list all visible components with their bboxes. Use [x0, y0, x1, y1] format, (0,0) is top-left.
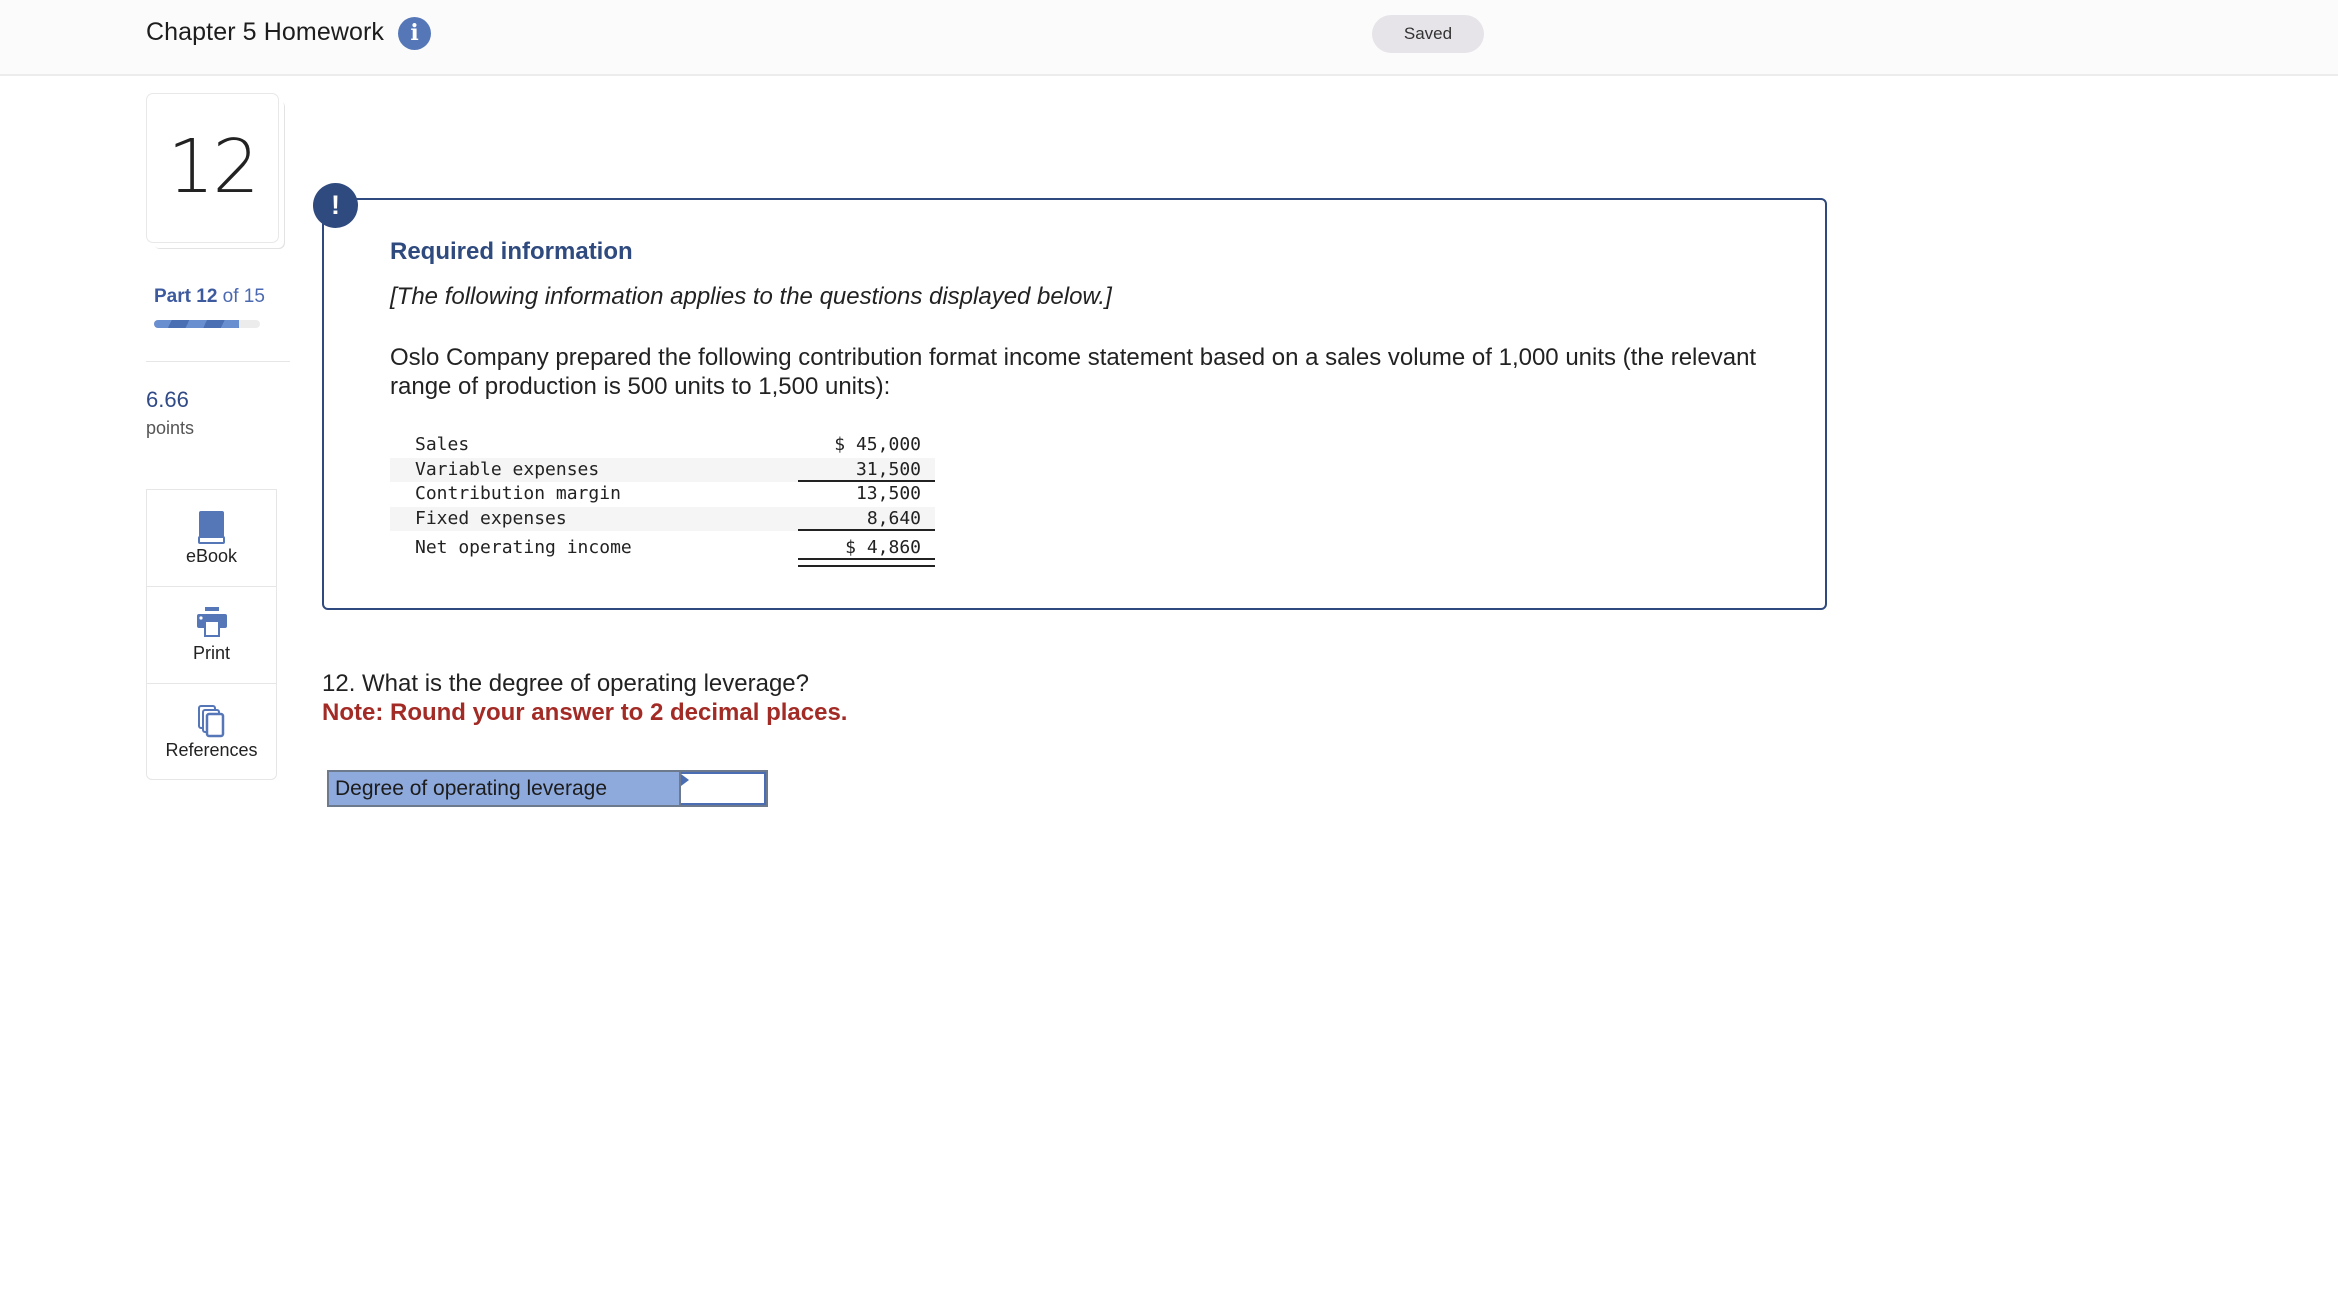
row-amount: 13,500 [855, 483, 921, 504]
question-number: 12 [167, 124, 259, 210]
row-label: Contribution margin [415, 483, 621, 504]
table-row: Contribution margin 13,500 [390, 482, 935, 507]
references-button[interactable]: References [147, 684, 276, 781]
book-icon [197, 511, 225, 544]
answer-row: Degree of operating leverage [327, 770, 768, 807]
answer-cell [681, 772, 766, 805]
tools-panel: eBook Print References [146, 489, 277, 780]
alert-icon: ! [313, 183, 358, 228]
header-bar: Chapter 5 Homework i Saved [0, 0, 2338, 76]
part-prefix: Part [154, 286, 191, 307]
degree-of-operating-leverage-input[interactable] [681, 774, 764, 803]
row-label: Net operating income [415, 537, 632, 558]
part-progress-bar [154, 320, 260, 328]
ebook-button[interactable]: eBook [147, 490, 276, 587]
table-row: Sales $ 45,000 [390, 433, 935, 458]
ebook-label: eBook [185, 546, 238, 566]
references-label: References [165, 740, 258, 760]
copy-pages-icon [197, 705, 224, 738]
required-info-paragraph: Oslo Company prepared the following cont… [390, 344, 1757, 400]
part-current: 12 [196, 286, 218, 307]
info-icon[interactable]: i [398, 17, 431, 50]
input-flag-icon [681, 774, 689, 786]
row-amount: $ 4,860 [845, 537, 921, 558]
row-amount: $ 45,000 [834, 434, 921, 455]
answer-label: Degree of operating leverage [329, 772, 681, 805]
question-number-card[interactable]: 12 [146, 93, 279, 243]
printer-icon [196, 607, 227, 637]
row-label: Variable expenses [415, 458, 600, 480]
required-info-subtitle: [The following information applies to th… [390, 283, 1112, 310]
row-amount: 8,640 [866, 507, 921, 529]
assignment-title: Chapter 5 Homework [146, 18, 385, 46]
print-label: Print [192, 643, 230, 663]
part-progress-fill [154, 320, 239, 328]
row-amount: 31,500 [855, 458, 921, 480]
part-suffix: of 15 [222, 286, 265, 307]
income-statement-table: Sales $ 45,000 Variable expenses 31,500 … [390, 433, 935, 567]
question-note: Note: Round your answer to 2 decimal pla… [322, 699, 848, 726]
table-row: Fixed expenses 8,640 [390, 506, 935, 531]
part-indicator: Part 12 of 15 [154, 286, 265, 308]
print-button[interactable]: Print [147, 587, 276, 684]
row-label: Sales [415, 434, 470, 455]
table-row: Variable expenses 31,500 [390, 457, 935, 482]
question-text: 12. What is the degree of operating leve… [322, 670, 809, 697]
save-status-badge: Saved [1372, 15, 1484, 53]
points-label: points [146, 418, 195, 438]
required-info-title: Required information [390, 238, 633, 265]
row-label: Fixed expenses [415, 507, 567, 529]
divider [146, 361, 290, 362]
points-value: 6.66 [146, 387, 189, 412]
table-row: Net operating income $ 4,860 [390, 531, 935, 567]
